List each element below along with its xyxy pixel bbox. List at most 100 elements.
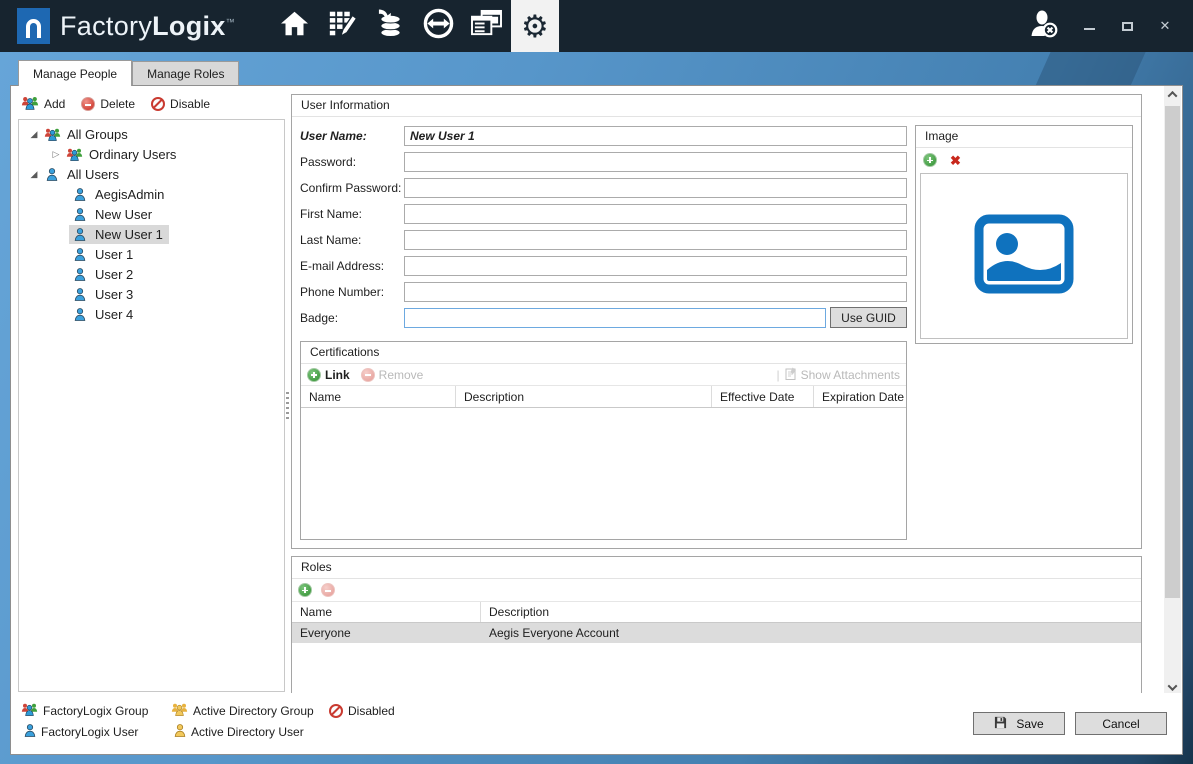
user-name-input[interactable]: New User 1 — [404, 126, 907, 146]
show-attachments-label: Show Attachments — [801, 368, 900, 382]
confirm-password-input[interactable] — [404, 178, 907, 198]
logout-user-icon[interactable] — [1029, 10, 1059, 43]
maximize-button[interactable] — [1119, 18, 1135, 34]
bottom-bar: FactoryLogix Group Active Directory Grou… — [11, 693, 1182, 754]
tree-item-label: New User 1 — [95, 227, 163, 242]
column-header-description[interactable]: Description — [456, 386, 712, 407]
remove-label: Remove — [379, 368, 424, 382]
first-name-input[interactable] — [404, 204, 907, 224]
tab-manage-roles[interactable]: Manage Roles — [132, 61, 239, 85]
form-row: User Name: New User 1 — [300, 125, 907, 146]
app-window: FactoryLogix™ — [0, 0, 1193, 764]
user-information-body: User Name: New User 1 Password: Confirm … — [292, 117, 1141, 548]
tree-item-new-user[interactable]: New User — [19, 204, 284, 224]
cancel-button[interactable]: Cancel — [1075, 712, 1167, 735]
footer-buttons: Save Cancel — [973, 712, 1167, 735]
image-add-button[interactable] — [923, 153, 937, 167]
tree-item-all-groups[interactable]: ◢ All Groups — [19, 124, 284, 144]
titlebar-right: ✕ — [1029, 10, 1173, 43]
brand-factory: Factory — [60, 11, 152, 41]
image-panel: Image ✖ — [915, 125, 1133, 344]
tree-item-aegisadmin[interactable]: AegisAdmin — [19, 184, 284, 204]
user-icon — [71, 268, 89, 281]
user-icon — [71, 308, 89, 321]
password-input[interactable] — [404, 152, 907, 172]
column-header-description[interactable]: Description — [481, 602, 1141, 622]
image-frame — [920, 173, 1128, 339]
vertical-scrollbar[interactable] — [1164, 86, 1181, 696]
remove-button[interactable]: Remove — [361, 368, 424, 382]
nav-home-button[interactable] — [271, 0, 319, 52]
user-form: User Name: New User 1 Password: Confirm … — [300, 125, 907, 540]
roles-add-button[interactable] — [298, 583, 312, 597]
cancel-label: Cancel — [1102, 717, 1139, 731]
phone-input[interactable] — [404, 282, 907, 302]
tree-item-ordinary-users[interactable]: ▷ Ordinary Users — [19, 144, 284, 164]
certifications-table-body — [301, 408, 906, 539]
tab-manage-people[interactable]: Manage People — [18, 60, 132, 86]
nav-settings-button[interactable]: ⚙ — [511, 0, 559, 52]
column-header-expiration-date[interactable]: Expiration Date — [814, 386, 906, 407]
tab-manage-roles-label: Manage Roles — [147, 67, 224, 81]
tree-item-user-3[interactable]: User 3 — [19, 284, 284, 304]
scroll-thumb[interactable] — [1165, 106, 1180, 598]
roles-toolbar — [292, 579, 1141, 601]
add-button[interactable]: Add — [21, 96, 65, 113]
image-remove-button[interactable]: ✖ — [950, 154, 961, 167]
toolbar-separator: | — [776, 368, 779, 382]
tree-item-user-4[interactable]: User 4 — [19, 304, 284, 324]
floppy-disk-icon — [994, 716, 1007, 732]
tree-item-user-1[interactable]: User 1 — [19, 244, 284, 264]
disable-button[interactable]: Disable — [151, 97, 210, 111]
column-header-name[interactable]: Name — [301, 386, 456, 407]
scroll-up-button[interactable] — [1164, 86, 1181, 103]
window-frame: Manage People Manage Roles Add — [0, 52, 1193, 764]
active-directory-user-icon — [174, 724, 186, 740]
app-logo — [17, 8, 50, 44]
role-description-cell: Aegis Everyone Account — [481, 623, 1141, 643]
email-input[interactable] — [404, 256, 907, 276]
user-name-label: User Name: — [300, 129, 404, 143]
use-guid-button[interactable]: Use GUID — [830, 307, 907, 328]
delete-label: Delete — [100, 97, 135, 111]
minimize-button[interactable] — [1081, 18, 1097, 34]
close-button[interactable]: ✕ — [1157, 18, 1173, 34]
brand-logix: Logix — [152, 11, 226, 41]
column-header-effective-date[interactable]: Effective Date — [712, 386, 814, 407]
column-header-name[interactable]: Name — [292, 602, 481, 622]
first-name-label: First Name: — [300, 207, 404, 221]
show-attachments-button[interactable]: Show Attachments — [785, 367, 900, 383]
tree-item-label: Ordinary Users — [89, 147, 176, 162]
last-name-input[interactable] — [404, 230, 907, 250]
image-placeholder-icon — [974, 214, 1074, 299]
nav-planning-button[interactable] — [319, 0, 367, 52]
badge-input[interactable] — [404, 308, 826, 328]
collapsed-icon[interactable]: ▷ — [49, 149, 63, 160]
chevron-up-icon — [1168, 91, 1178, 101]
user-icon — [71, 248, 89, 261]
roles-remove-button[interactable] — [321, 583, 335, 597]
content-panel: Add Delete Disable ◢ All Groups — [10, 85, 1183, 755]
home-icon — [280, 10, 309, 42]
tree-item-new-user-1[interactable]: New User 1 — [19, 224, 284, 244]
link-button[interactable]: Link — [307, 368, 350, 382]
tree-item-label: User 1 — [95, 247, 133, 262]
tree-item-label: AegisAdmin — [95, 187, 164, 202]
database-icon — [377, 9, 404, 44]
tree-item-user-2[interactable]: User 2 — [19, 264, 284, 284]
nav-data-button[interactable] — [367, 0, 415, 52]
link-add-icon — [307, 368, 321, 382]
nav-reports-button[interactable] — [463, 0, 511, 52]
expanded-icon[interactable]: ◢ — [27, 129, 41, 140]
nav-transfer-button[interactable] — [415, 0, 463, 52]
confirm-password-label: Confirm Password: — [300, 181, 404, 195]
save-button[interactable]: Save — [973, 712, 1065, 735]
tree-item-all-users[interactable]: ◢ All Users — [19, 164, 284, 184]
expanded-icon[interactable]: ◢ — [27, 169, 41, 180]
group-icon — [65, 148, 83, 161]
email-label: E-mail Address: — [300, 259, 404, 273]
password-label: Password: — [300, 155, 404, 169]
table-row[interactable]: Everyone Aegis Everyone Account — [292, 623, 1141, 643]
legend-disabled: Disabled — [329, 700, 395, 721]
delete-button[interactable]: Delete — [81, 97, 135, 111]
